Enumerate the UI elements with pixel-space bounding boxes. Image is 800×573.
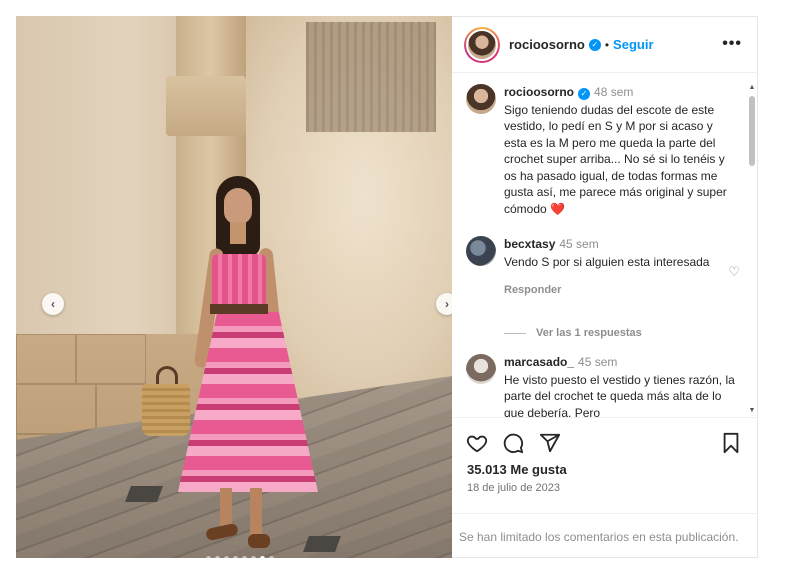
carousel-dot [233,556,238,558]
header-username[interactable]: rocioosorno [509,37,585,52]
neck [230,222,246,244]
comment-username[interactable]: becxtasy [504,237,555,251]
carousel-dots [206,556,274,558]
comment-avatar[interactable] [466,236,496,266]
comment-text: He visto puesto el vestido y tienes razó… [504,372,735,418]
comment-time[interactable]: 45 sem [559,237,598,251]
separator-dot: • [604,37,610,52]
dress-bodice [212,254,266,306]
belt [210,304,268,314]
caption-time[interactable]: 48 sem [594,85,633,99]
carousel-dot [224,556,229,558]
follow-button[interactable]: Seguir [613,37,653,52]
carousel-dot [260,556,265,558]
reply-button[interactable]: Responder [504,282,736,299]
sandal-left [205,522,239,542]
drain [125,486,163,502]
verified-icon: ✓ [578,88,591,100]
save-bookmark-icon[interactable] [720,432,742,454]
caption-avatar[interactable] [466,84,496,114]
more-options-icon[interactable]: ••• [722,35,742,53]
previous-image-button[interactable]: ‹ [42,293,64,315]
avatar-image [466,28,498,61]
comments-limited-notice: Se han limitado los comentarios en esta … [452,513,758,559]
comment-body: marcasado_ 45 sem He visto puesto el vest… [504,354,736,417]
view-replies-button[interactable]: Ver las 1 respuestas [504,327,642,339]
leg-right [250,488,262,540]
carousel-dot [251,556,256,558]
post-date[interactable]: 18 de julio de 2023 [467,482,560,494]
basket-bag [142,384,190,436]
scroll-up-arrow-icon[interactable]: ▲ [748,84,756,91]
caption-body: rocioosorno ✓ 48 sem Sigo teniendo dudas d… [504,84,736,217]
carousel-dot [206,556,211,558]
likes-count[interactable]: 35.013 Me gusta [467,462,567,477]
like-comment-heart-icon[interactable]: ♡ [728,264,740,280]
comments-scrollbar[interactable]: ▲ ▼ [748,84,756,414]
comment-avatar[interactable] [466,354,496,384]
caption-text: Sigo teniendo dudas del escote de este v… [504,102,727,216]
share-send-icon[interactable] [539,432,561,454]
comment-time[interactable]: 45 sem [578,355,617,369]
woman-figure [142,176,326,556]
like-heart-icon[interactable] [466,432,488,454]
scroll-thumb[interactable] [749,96,755,166]
comment-text: Vendo S por si alguien esta interesada [504,254,710,269]
comment-body: becxtasy 45 sem Vendo S por si alguien es… [504,236,736,299]
comments-list[interactable]: rocioosorno ✓ 48 sem Sigo teniendo dudas d… [452,74,758,417]
scroll-down-arrow-icon[interactable]: ▼ [748,407,756,414]
post-photo[interactable]: ‹ › [16,16,452,558]
sandal-right [248,534,270,548]
next-image-button[interactable]: › [436,293,452,315]
pillar-capital [166,76,246,136]
post-side-panel: rocioosorno ✓ • Seguir ••• rocioosorno ✓ 4… [452,16,758,558]
face [224,188,252,224]
caption-username[interactable]: rocioosorno [504,85,574,99]
avatar[interactable] [464,26,500,63]
comment-bubble-icon[interactable] [502,432,524,454]
carousel-dot [269,556,274,558]
carousel-dot [215,556,220,558]
carousel-dot [242,556,247,558]
window-grille [306,22,436,132]
post-header: rocioosorno ✓ • Seguir ••• [452,17,758,73]
verified-icon: ✓ [588,38,601,51]
comment-username[interactable]: marcasado_ [504,355,574,369]
